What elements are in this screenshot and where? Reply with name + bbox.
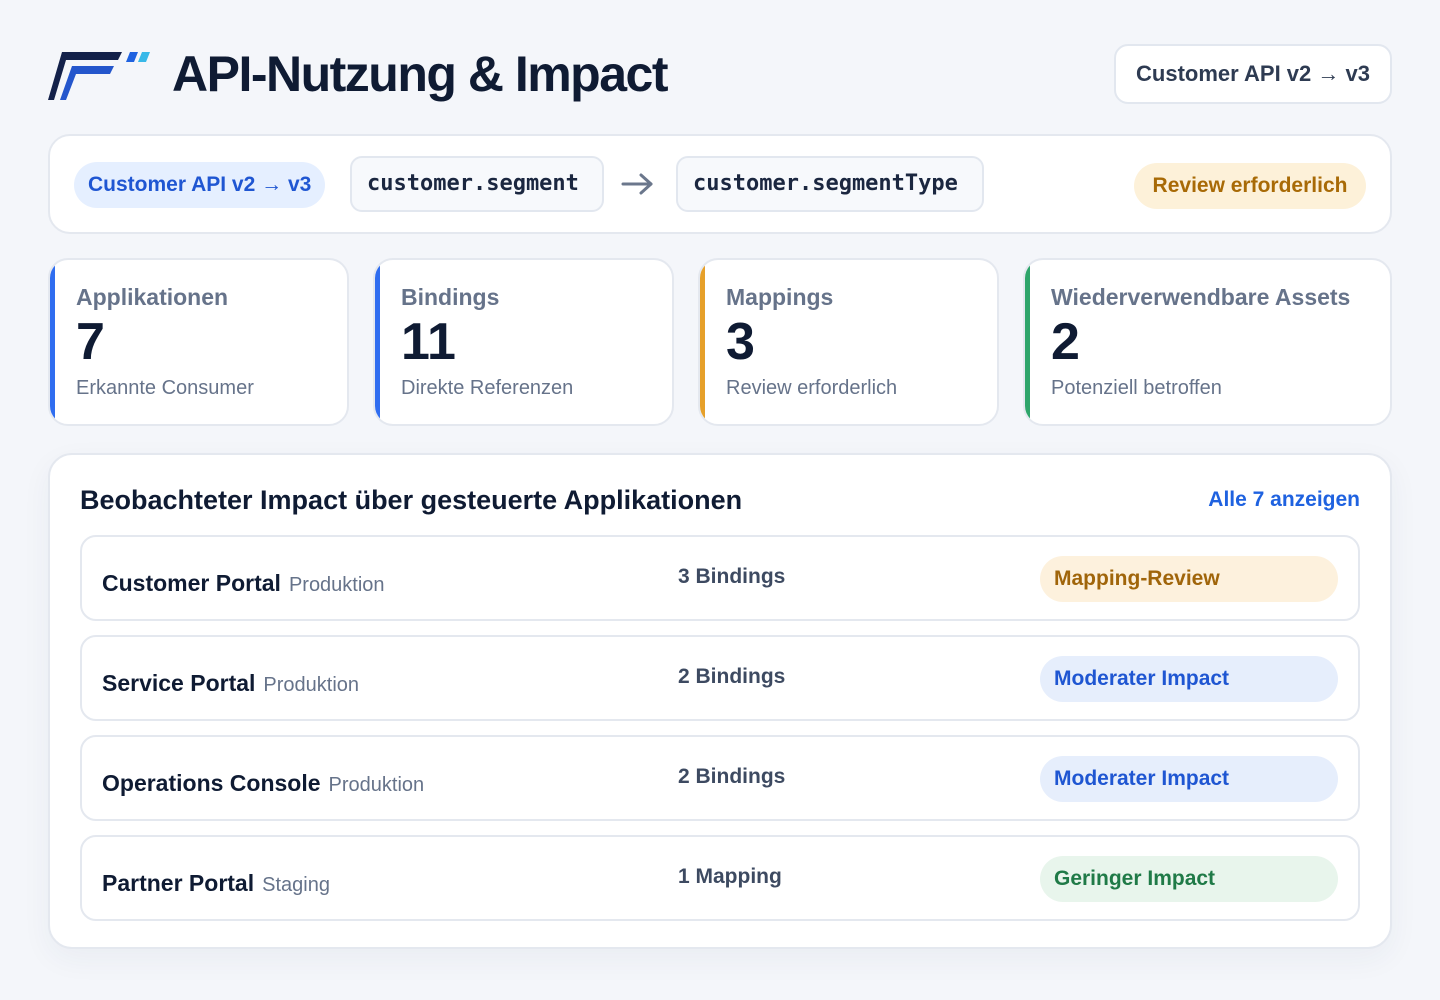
stat-value: 7	[76, 313, 105, 371]
accent-bar	[375, 260, 380, 424]
accent-bar	[50, 260, 55, 424]
panel-title: Beobachteter Impact über gesteuerte Appl…	[80, 485, 743, 515]
stat-subtitle: Direkte Referenzen	[401, 377, 574, 399]
table-row[interactable]: Customer Portal Produktion 3 Bindings Map…	[80, 535, 1360, 621]
stat-label: Bindings	[401, 284, 500, 310]
table-row[interactable]: Partner Portal Staging 1 Mapping Geringer…	[80, 835, 1360, 921]
stat-card-reusable-assets[interactable]: Wiederverwendbare Assets 2 Potenziell be…	[1023, 258, 1392, 426]
app-name: Customer Portal	[102, 570, 281, 596]
arrow-right-icon	[621, 173, 653, 195]
stat-value: 3	[726, 313, 755, 371]
new-field-name: customer.segmentType	[676, 156, 984, 212]
stat-value: 11	[401, 313, 456, 371]
app-name: Partner Portal	[102, 870, 255, 896]
app-name: Service Portal	[102, 670, 256, 696]
stat-label: Applikationen	[76, 284, 229, 310]
status-badge: Review erforderlich	[1134, 163, 1366, 209]
stat-subtitle: Erkannte Consumer	[76, 377, 254, 399]
page-title: API-Nutzung & Impact	[172, 46, 668, 102]
app-environment: Produktion	[263, 674, 360, 696]
binding-count: 2 Bindings	[678, 765, 786, 788]
old-field-name: customer.segment	[350, 156, 604, 212]
stat-subtitle: Review erforderlich	[726, 377, 898, 399]
stat-label: Mappings	[726, 284, 834, 310]
binding-count: 1 Mapping	[678, 865, 782, 888]
api-version-chip[interactable]: Customer API v2 → v3	[74, 162, 326, 208]
impact-badge: Mapping-Review	[1040, 556, 1338, 602]
show-all-link[interactable]: Alle 7 anzeigen	[1208, 488, 1360, 512]
table-row[interactable]: Service Portal Produktion 2 Bindings Mode…	[80, 635, 1360, 721]
impact-panel: Beobachteter Impact über gesteuerte Appl…	[48, 453, 1392, 949]
app-name: Operations Console	[102, 770, 321, 796]
impact-badge: Moderater Impact	[1040, 756, 1338, 802]
header: API-Nutzung & Impact Customer API v2 → v…	[48, 44, 1392, 104]
accent-bar	[700, 260, 705, 424]
table-row[interactable]: Operations Console Produktion 2 Bindings …	[80, 735, 1360, 821]
page: API-Nutzung & Impact Customer API v2 → v…	[48, 0, 1392, 1000]
binding-count: 3 Bindings	[678, 565, 786, 588]
stat-card-mappings[interactable]: Mappings 3 Review erforderlich	[698, 258, 999, 426]
app-environment: Produktion	[288, 574, 385, 596]
stat-card-applications[interactable]: Applikationen 7 Erkannte Consumer	[48, 258, 349, 426]
stat-label: Wiederverwendbare Assets	[1051, 284, 1351, 310]
brand-logo-icon	[48, 52, 150, 100]
version-selector[interactable]: Customer API v2 → v3	[1114, 44, 1392, 104]
app-environment: Staging	[262, 874, 330, 896]
impact-badge: Geringer Impact	[1040, 856, 1338, 902]
binding-count: 2 Bindings	[678, 665, 786, 688]
stat-card-bindings[interactable]: Bindings 11 Direkte Referenzen	[373, 258, 674, 426]
field-change-bar: Customer API v2 → v3 customer.segment cu…	[48, 134, 1392, 234]
stat-subtitle: Potenziell betroffen	[1051, 377, 1222, 399]
app-environment: Produktion	[328, 774, 425, 796]
impact-badge: Moderater Impact	[1040, 656, 1338, 702]
accent-bar	[1025, 260, 1030, 424]
stat-value: 2	[1051, 313, 1080, 371]
